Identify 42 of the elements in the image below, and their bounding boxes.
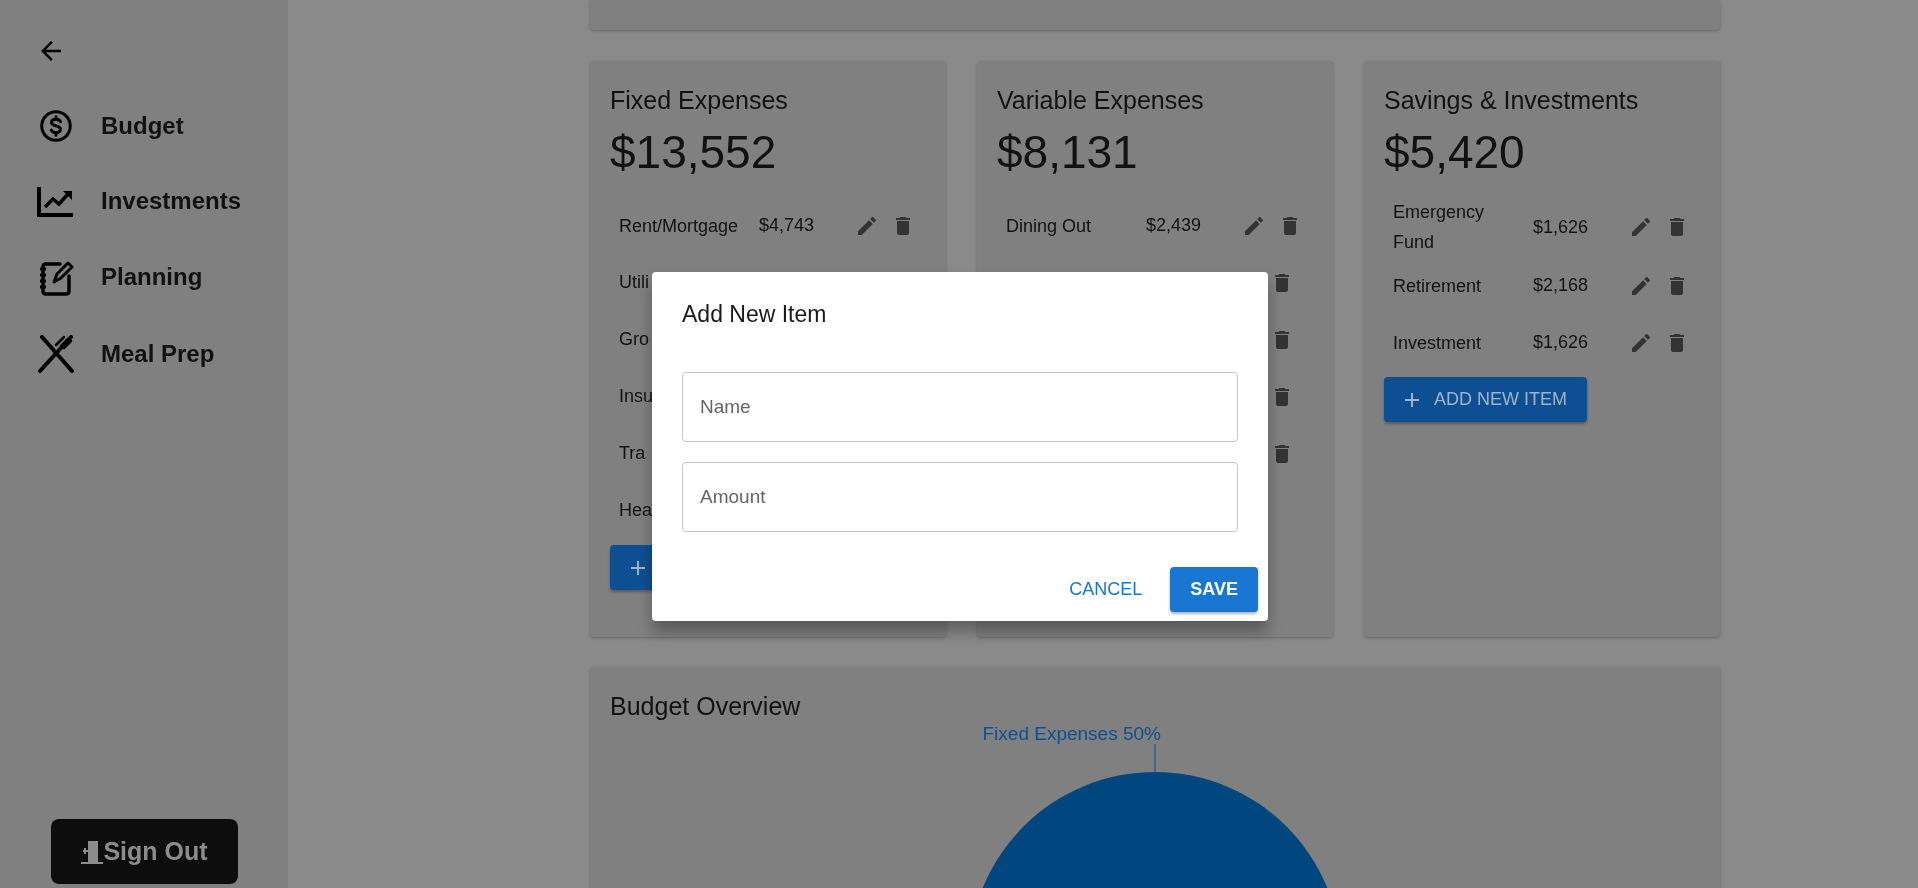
item-name: Gro: [619, 328, 649, 351]
item-amount: $1,626: [1533, 215, 1590, 239]
card-total: $8,131: [997, 125, 1139, 179]
plus-icon: [630, 559, 646, 576]
slice-label: Fixed Expenses 50%: [982, 723, 1161, 744]
item-name: Retirement: [1393, 274, 1483, 298]
plus-icon: [1404, 391, 1420, 408]
item-amount: $4,743: [759, 214, 816, 237]
nav-item[interactable]: Budget: [37, 108, 288, 144]
cancel-button[interactable]: CANCEL: [1061, 567, 1151, 612]
add-item-button[interactable]: ADD NEW ITEM: [1384, 377, 1587, 422]
input-field[interactable]: Amount: [682, 462, 1238, 532]
card-total: $5,420: [1384, 125, 1526, 179]
item-name: Emergency Fund: [1393, 201, 1486, 254]
card-title: Fixed Expenses: [610, 85, 789, 115]
nav-item[interactable]: Planning: [37, 258, 288, 296]
item-name: Rent/Mortgage: [619, 214, 740, 238]
leader-line: [1154, 743, 1156, 773]
item-name: Utili: [619, 271, 649, 294]
chart-line-icon: [37, 185, 75, 217]
card-total: $13,552: [610, 125, 778, 179]
nav-item[interactable]: Meal Prep: [37, 335, 288, 373]
dollar-circle-icon: [38, 108, 74, 144]
door-icon: [81, 838, 104, 865]
card-title: Savings & Investments: [1384, 85, 1640, 115]
input-field[interactable]: Name: [682, 372, 1238, 442]
item-amount: $1,626: [1533, 331, 1590, 354]
card-title: Variable Expenses: [997, 85, 1205, 115]
item-amount: $2,439: [1146, 214, 1203, 237]
edit-icon[interactable]: [1629, 215, 1653, 239]
item-amount: $2,168: [1533, 274, 1590, 297]
item-name: Hea: [619, 499, 653, 522]
dialog-title: Add New Item: [682, 300, 828, 329]
item-name: Investment: [1393, 331, 1483, 355]
nav-item[interactable]: Investments: [37, 183, 288, 219]
fork-knife-icon: [38, 335, 74, 373]
item-name: Insu: [619, 385, 654, 408]
card-title: Budget Overview: [610, 691, 802, 721]
sign-out-button[interactable]: Sign Out: [51, 819, 238, 884]
item-name: Tra: [619, 442, 646, 465]
item-name: Dining Out: [1006, 214, 1093, 238]
save-button[interactable]: SAVE: [1170, 567, 1258, 612]
